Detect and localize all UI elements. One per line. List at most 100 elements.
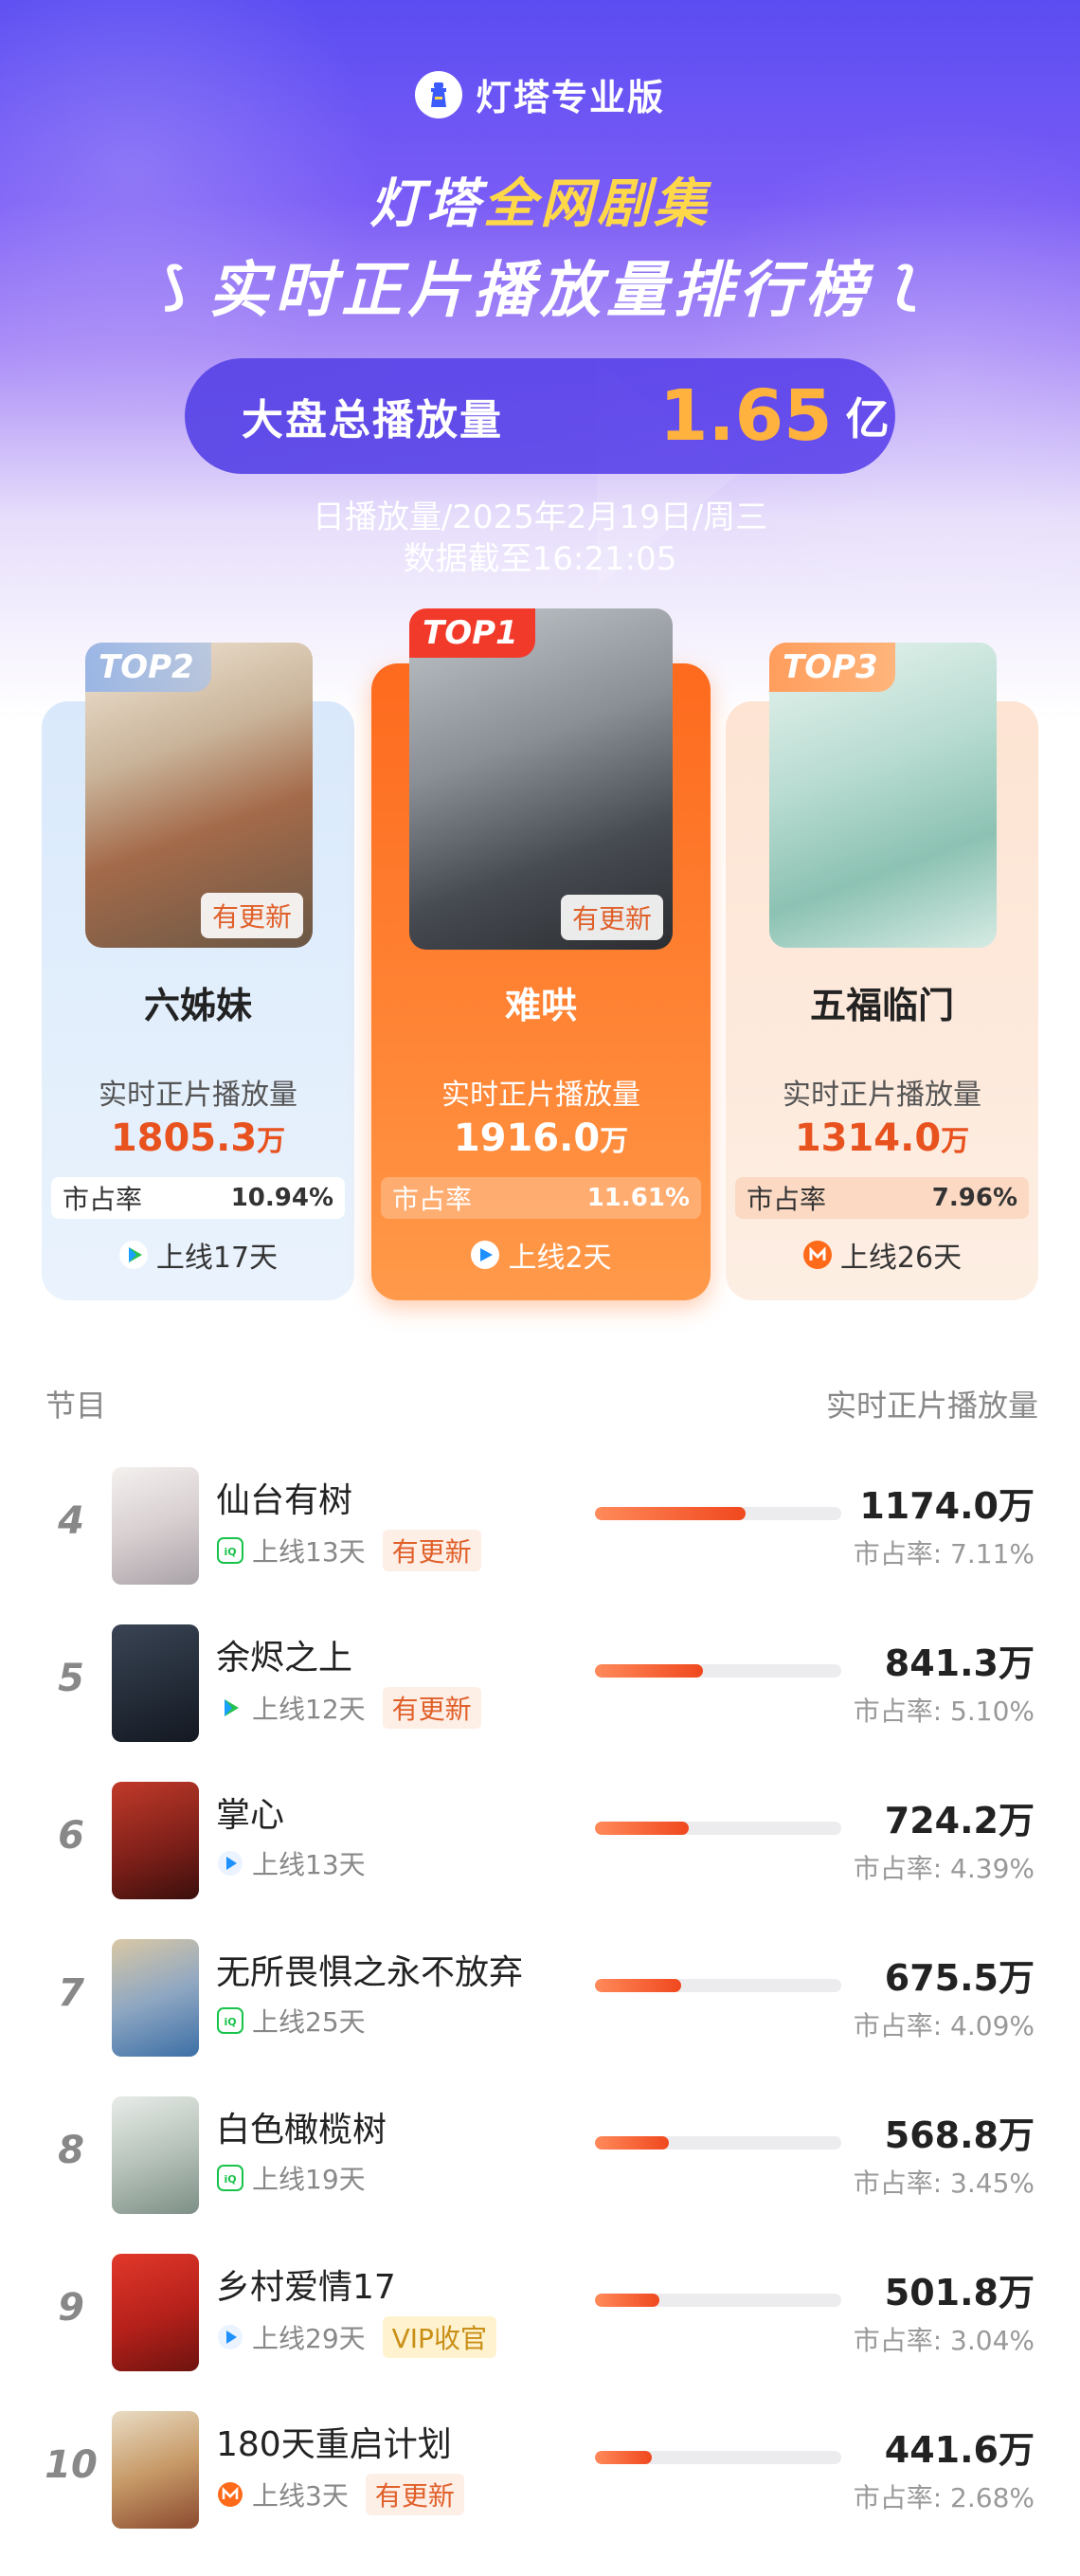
- show-meta: iQ 上线25天: [216, 2002, 366, 2040]
- share-label: 市占率: [747, 1184, 827, 1215]
- online-days: 上线17天: [42, 1234, 354, 1276]
- list-item[interactable]: 7 无所畏惧之永不放弃 iQ 上线25天 675.5万 市占率: 4.09%: [0, 1939, 1080, 2057]
- top3-card[interactable]: TOP3 五福临门 实时正片播放量 1314.0万 市占率 7.96% 上线26天: [726, 643, 1038, 1300]
- play-share-bar-fill: [595, 1979, 681, 1992]
- list-item[interactable]: 4 仙台有树 iQ 上线13天 有更新 1174.0万 市占率: 7.11%: [0, 1467, 1080, 1585]
- iqiyi-icon: iQ: [216, 2006, 244, 2035]
- play-count: 841.3万: [884, 1642, 1035, 1684]
- date-line: 日播放量/2025年2月19日/周三: [312, 499, 768, 536]
- online-label: 上线2天: [508, 1242, 612, 1275]
- metric-unit: 万: [257, 1125, 286, 1158]
- svg-text:iQ: iQ: [224, 2173, 236, 2186]
- status-badge: 有更新: [382, 1687, 481, 1729]
- market-share: 市占率: 2.68%: [853, 2482, 1035, 2513]
- online-days: 上线26天: [726, 1234, 1038, 1276]
- rank-number: 4: [58, 1499, 84, 1543]
- metric-number: 1314.0: [794, 1116, 942, 1160]
- left-deco-icon: ⟆: [162, 255, 186, 316]
- page-subtitle: ⟆ 实时正片播放量排行榜 ⟅: [0, 242, 1080, 329]
- svg-text:iQ: iQ: [224, 1546, 236, 1558]
- total-plays-pill: 大盘总播放量 1.65 亿: [185, 358, 895, 474]
- market-share: 市占率 11.61%: [381, 1177, 701, 1219]
- show-meta: 上线13天: [216, 1844, 366, 1882]
- show-poster-thumb[interactable]: [112, 2254, 199, 2371]
- show-name: 掌心: [216, 1796, 285, 1835]
- online-days: 上线19天: [252, 2164, 366, 2195]
- iqiyi-icon: iQ: [216, 1536, 244, 1565]
- tencent-video-icon: [216, 1694, 244, 1722]
- play-share-bar-fill: [595, 2136, 669, 2150]
- show-meta: iQ 上线19天: [216, 2159, 366, 2197]
- play-count: 675.5万: [884, 1957, 1035, 1999]
- top2-poster[interactable]: TOP2 有更新: [85, 643, 313, 948]
- show-name: 难哄: [504, 985, 577, 1026]
- play-share-bar-fill: [595, 2451, 652, 2464]
- share-value: 10.94%: [230, 1184, 333, 1212]
- market-share: 市占率: 4.39%: [853, 1853, 1035, 1884]
- list-item[interactable]: 5 余烬之上 上线12天 有更新 841.3万 市占率: 5.10%: [0, 1624, 1080, 1742]
- metric-unit: 万: [600, 1125, 629, 1158]
- show-name: 白色橄榄树: [216, 2111, 387, 2150]
- play-share-bar: [595, 1664, 841, 1678]
- metric-value: 1805.3万: [42, 1116, 354, 1160]
- online-label: 上线17天: [155, 1242, 279, 1275]
- youku-icon: [216, 1849, 244, 1878]
- show-meta: 上线3天 有更新: [216, 2474, 464, 2515]
- share-label: 市占率: [392, 1184, 473, 1215]
- update-badge: 有更新: [200, 893, 303, 938]
- play-count: 441.6万: [884, 2429, 1035, 2471]
- list-header-program: 节目: [45, 1388, 107, 1424]
- list-header-plays: 实时正片播放量: [825, 1388, 1038, 1424]
- play-count: 724.2万: [884, 1800, 1035, 1841]
- show-name: 五福临门: [809, 985, 954, 1026]
- ranking-title: 实时正片播放量排行榜: [208, 256, 872, 326]
- show-meta: 上线12天 有更新: [216, 1687, 481, 1729]
- page-title: 灯塔全网剧集: [0, 161, 1080, 238]
- list-item[interactable]: 9 乡村爱情17 上线29天 VIP收官 501.8万 市占率: 3.04%: [0, 2254, 1080, 2371]
- total-label: 大盘总播放量: [242, 396, 503, 444]
- top3-tag: TOP3: [769, 643, 895, 692]
- online-days: 上线3天: [252, 2480, 349, 2512]
- show-meta: 上线29天 VIP收官: [216, 2316, 496, 2358]
- market-share: 市占率: 7.11%: [853, 1538, 1035, 1569]
- list-item[interactable]: 8 白色橄榄树 iQ 上线19天 568.8万 市占率: 3.45%: [0, 2096, 1080, 2214]
- show-poster-thumb[interactable]: [112, 2096, 199, 2214]
- mango-tv-icon: [802, 1240, 833, 1270]
- play-share-bar-fill: [595, 2294, 659, 2307]
- top1-tag: TOP1: [409, 608, 535, 658]
- top1-card[interactable]: TOP1 有更新 难哄 实时正片播放量 1916.0万 市占率 11.61% 上线…: [371, 608, 711, 1300]
- market-share: 市占率 10.94%: [51, 1177, 345, 1219]
- youku-icon: [470, 1240, 500, 1270]
- online-label: 上线26天: [839, 1242, 963, 1275]
- market-share: 市占率: 3.04%: [853, 2325, 1035, 2356]
- list-item[interactable]: 10 180天重启计划 上线3天 有更新 441.6万 市占率: 2.68%: [0, 2411, 1080, 2529]
- play-share-bar: [595, 2451, 841, 2464]
- show-poster-thumb[interactable]: [112, 1782, 199, 1899]
- tencent-video-icon: [118, 1240, 149, 1270]
- time-line: 数据截至16:21:05: [403, 540, 677, 578]
- top3-poster[interactable]: TOP3: [769, 643, 997, 948]
- show-poster-thumb[interactable]: [112, 1624, 199, 1742]
- top2-tag: TOP2: [85, 643, 211, 692]
- brand-name: 灯塔专业版: [475, 77, 665, 118]
- play-count: 1174.0万: [859, 1485, 1035, 1527]
- show-poster-thumb[interactable]: [112, 2411, 199, 2529]
- metric-label: 实时正片播放量: [783, 1079, 981, 1112]
- online-days: 上线25天: [252, 2006, 366, 2038]
- show-poster-thumb[interactable]: [112, 1467, 199, 1585]
- play-share-bar-fill: [595, 1664, 704, 1678]
- play-share-bar: [595, 1979, 841, 1992]
- play-share-bar-fill: [595, 1507, 746, 1520]
- metric-label: 实时正片播放量: [441, 1079, 640, 1112]
- show-name: 余烬之上: [216, 1639, 353, 1678]
- list-item[interactable]: 6 掌心 上线13天 724.2万 市占率: 4.39%: [0, 1782, 1080, 1899]
- play-count: 501.8万: [884, 2272, 1035, 2313]
- share-label: 市占率: [63, 1184, 143, 1215]
- top1-poster[interactable]: TOP1 有更新: [409, 608, 673, 950]
- show-poster-thumb[interactable]: [112, 1939, 199, 2057]
- online-days: 上线12天: [252, 1694, 366, 1725]
- svg-text:iQ: iQ: [224, 2016, 236, 2028]
- total-unit: 亿: [845, 393, 890, 444]
- brand: 灯塔专业版: [0, 68, 1080, 120]
- top2-card[interactable]: TOP2 有更新 六姊妹 实时正片播放量 1805.3万 市占率 10.94% 上…: [42, 643, 354, 1300]
